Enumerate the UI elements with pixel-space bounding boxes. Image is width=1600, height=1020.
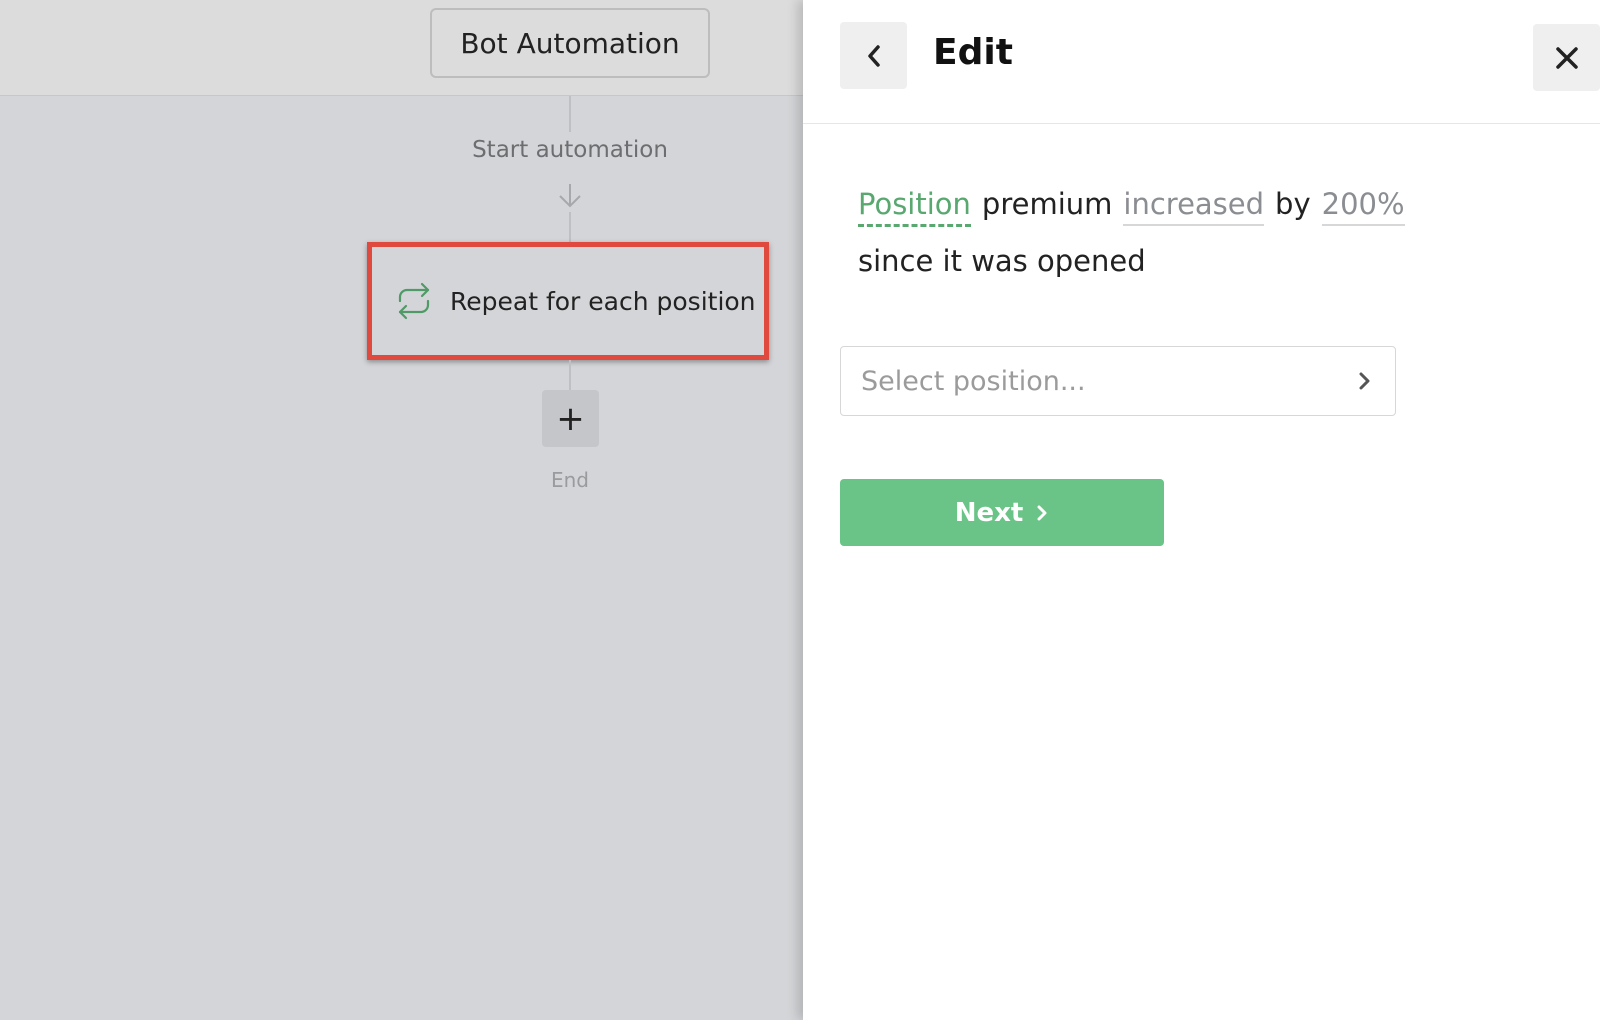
select-position-dropdown[interactable]: Select position...	[840, 346, 1396, 416]
next-button-label: Next	[954, 497, 1024, 528]
premium-word: premium	[981, 187, 1113, 221]
next-button[interactable]: Next	[840, 479, 1164, 546]
edit-panel: Edit Position premium increased by 200% sinc…	[803, 0, 1600, 1020]
position-token[interactable]: Position	[858, 184, 971, 227]
flow-connector	[569, 96, 571, 132]
chevron-right-icon	[1037, 505, 1047, 520]
condition-sentence: Position premium increased by 200% since it …	[858, 176, 1558, 290]
automation-canvas: Bot Automation Start automation Repeat f…	[0, 0, 803, 1020]
chevron-right-icon	[1359, 372, 1370, 390]
repeat-for-each-position-step[interactable]: Repeat for each position	[367, 242, 769, 360]
close-button[interactable]	[1533, 24, 1600, 91]
bot-automation-button[interactable]: Bot Automation	[430, 8, 710, 78]
start-automation-label: Start automation	[472, 137, 668, 163]
loop-icon	[398, 282, 430, 320]
amount-token[interactable]: 200%	[1321, 184, 1405, 226]
flow-connector	[569, 212, 571, 242]
by-word: by	[1275, 187, 1311, 221]
panel-header: Edit	[803, 0, 1600, 124]
back-button[interactable]	[840, 22, 907, 89]
end-label: End	[550, 468, 589, 492]
step-label: Repeat for each position	[450, 286, 756, 316]
flow-connector	[569, 360, 571, 390]
panel-title: Edit	[933, 32, 1013, 73]
sentence-tail: since it was opened	[858, 244, 1146, 278]
app-root: Bot Automation Start automation Repeat f…	[0, 0, 1600, 1020]
close-icon	[1555, 46, 1578, 69]
chevron-left-icon	[867, 44, 880, 67]
arrow-down-icon	[559, 184, 581, 208]
canvas-topbar: Bot Automation	[0, 0, 803, 96]
add-step-button[interactable]: +	[542, 390, 599, 447]
select-position-placeholder: Select position...	[861, 365, 1086, 397]
direction-token[interactable]: increased	[1123, 184, 1265, 226]
